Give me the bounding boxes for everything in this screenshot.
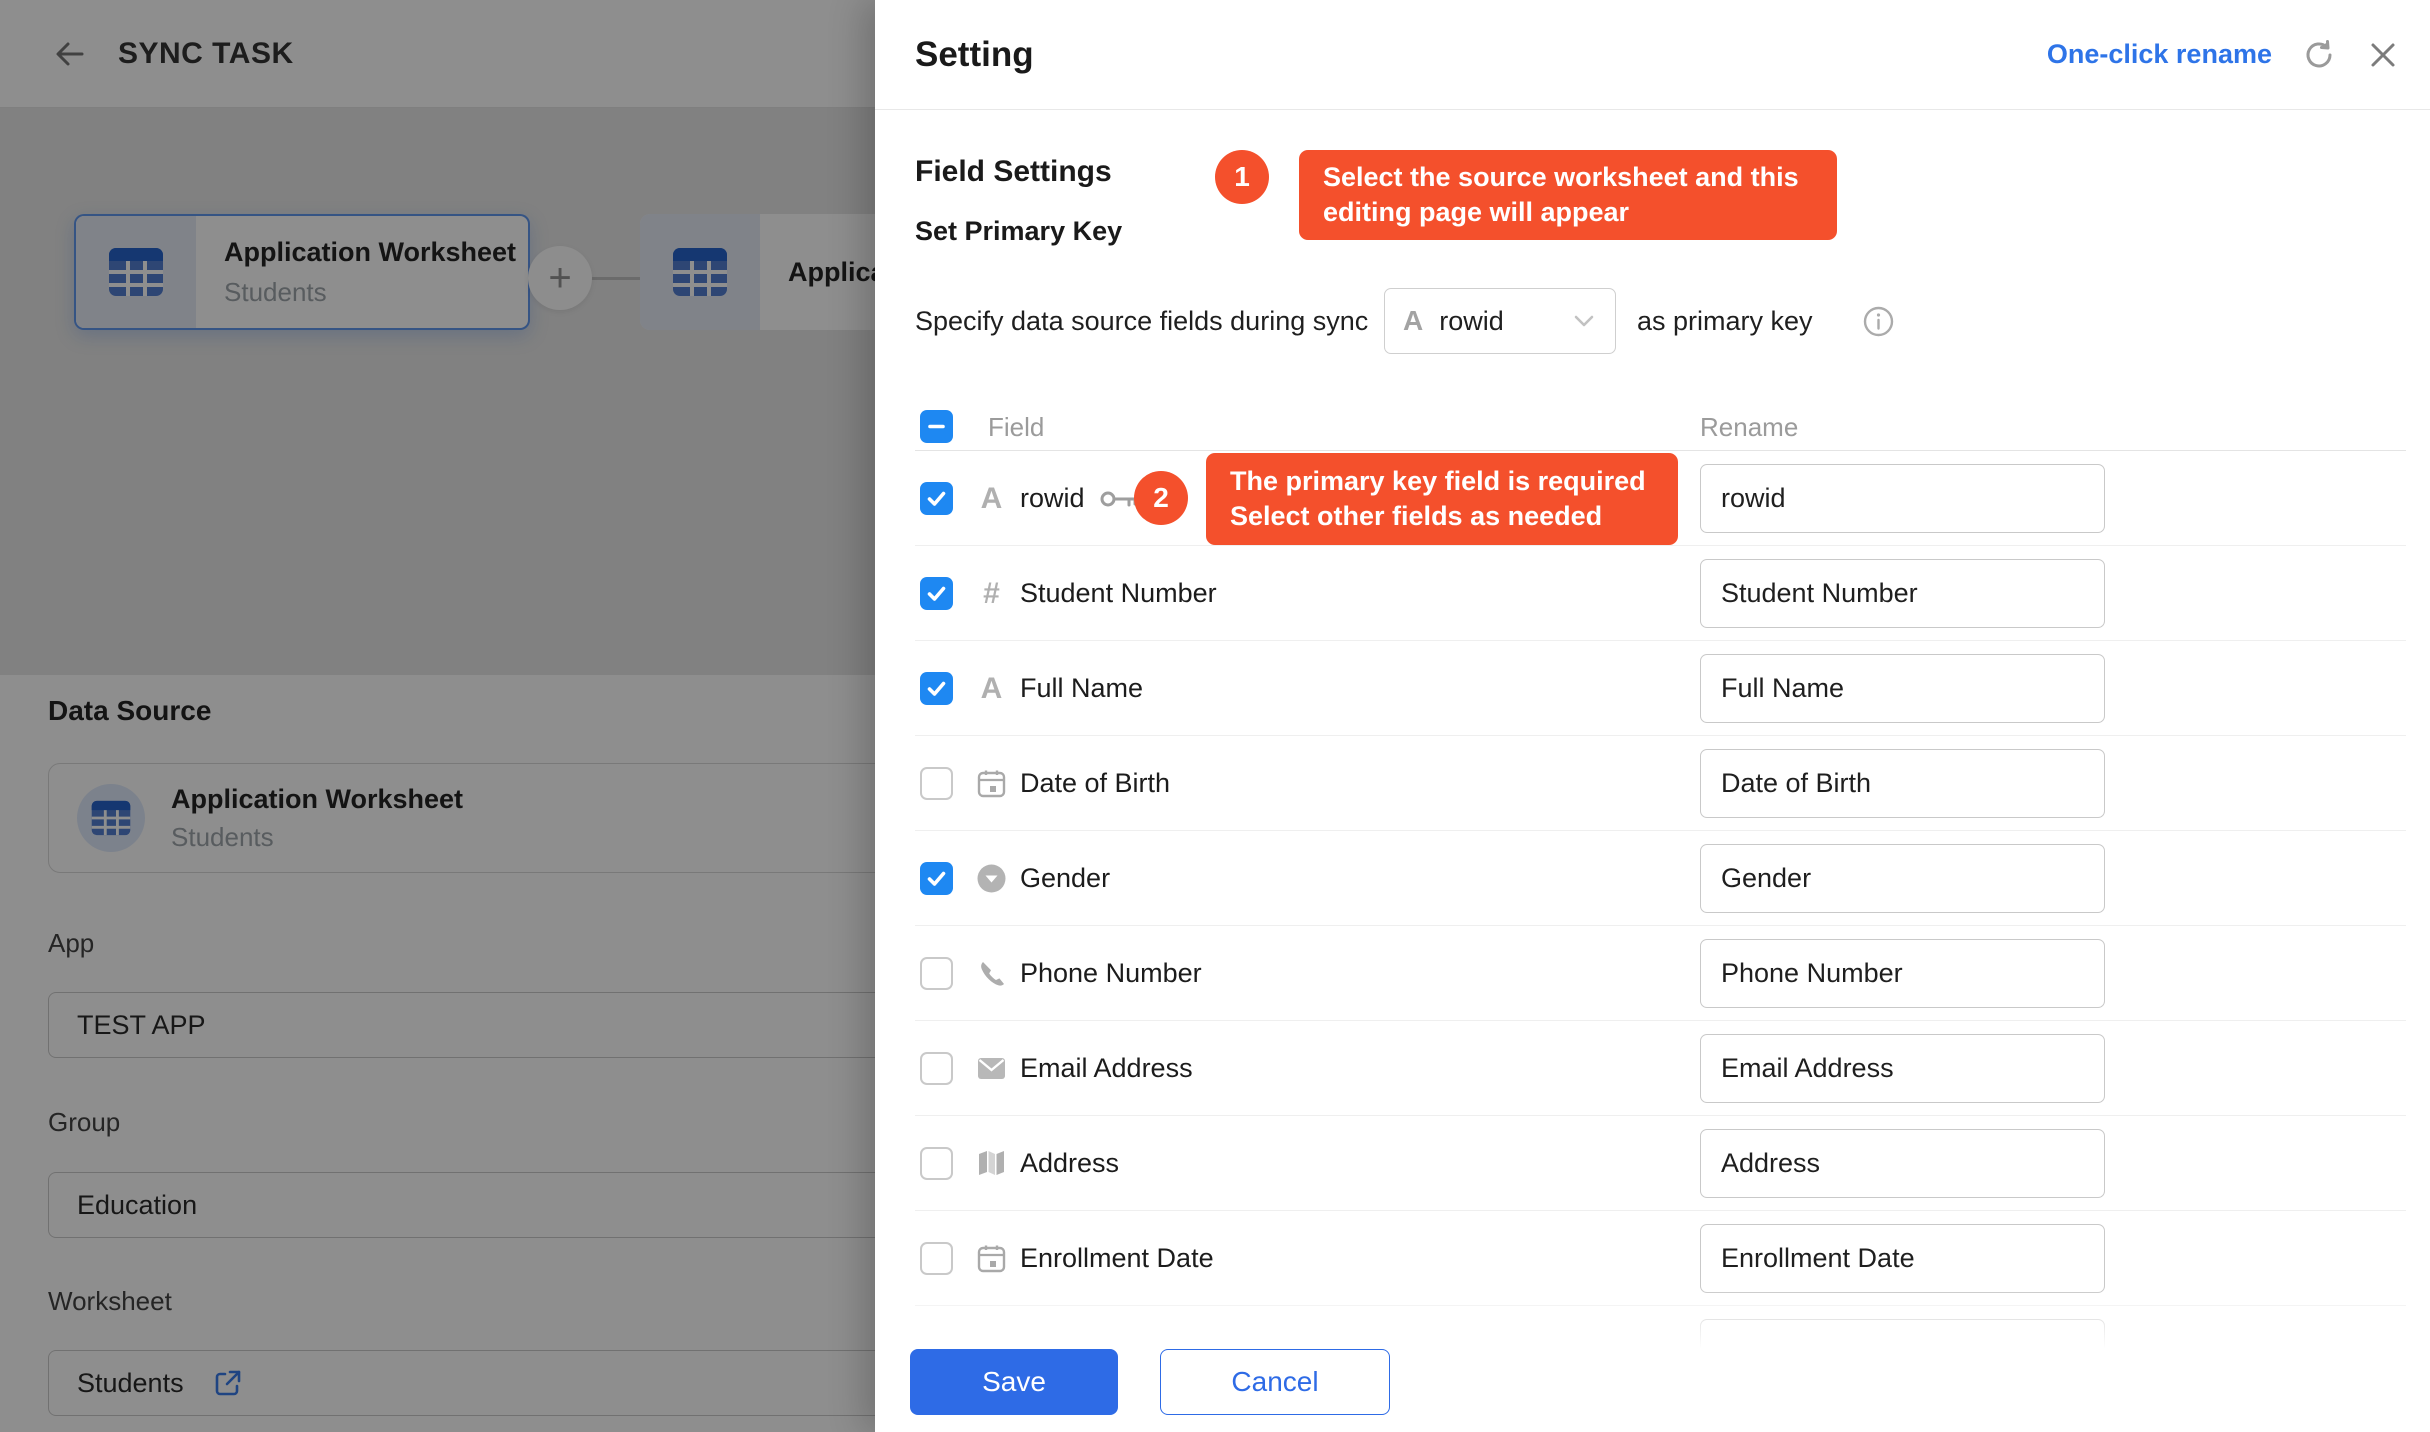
field-label: Phone Number [1020, 958, 1202, 989]
primary-key-row: Specify data source fields during sync A… [915, 288, 2406, 354]
row-checkbox[interactable] [920, 672, 953, 705]
check-icon [925, 677, 948, 700]
tooltip-line: editing page will appear [1323, 195, 1813, 230]
field-column-header: Field [988, 404, 1044, 450]
text-field-type-icon: A [976, 483, 1007, 514]
date-field-type-icon [976, 1243, 1007, 1274]
rename-input[interactable] [1700, 749, 2105, 818]
check-icon [925, 867, 948, 890]
row-checkbox[interactable] [920, 957, 953, 990]
primary-key-suffix: as primary key [1637, 288, 1813, 354]
row-checkbox[interactable] [920, 1147, 953, 1180]
field-label-wrap: Phone Number [1020, 926, 1202, 1021]
modal-backdrop[interactable] [0, 0, 875, 1432]
map-field-type-icon [976, 1148, 1007, 1179]
rename-input[interactable] [1700, 1129, 2105, 1198]
field-label: Gender [1020, 863, 1110, 894]
field-label: Student Number [1020, 578, 1217, 609]
header-actions: One-click rename [2047, 38, 2400, 72]
field-label-wrap: Student Number [1020, 546, 1217, 641]
field-row: Address [915, 1116, 2406, 1211]
field-label-wrap: Gender [1020, 831, 1110, 926]
tooltip-line: Select other fields as needed [1230, 499, 1654, 534]
field-table-header: Field Rename [915, 404, 2406, 450]
field-label: Enrollment Date [1020, 1243, 1214, 1274]
number-field-type-icon: # [976, 578, 1007, 609]
setting-title: Setting [915, 35, 1034, 75]
rename-input[interactable] [1700, 654, 2105, 723]
save-button[interactable]: Save [910, 1349, 1118, 1415]
rename-input[interactable] [1700, 939, 2105, 1008]
text-field-type-icon: A [976, 673, 1007, 704]
rename-column-header: Rename [1700, 404, 1798, 450]
field-settings-heading: Field Settings [915, 155, 1112, 189]
field-row: Email Address [915, 1021, 2406, 1116]
field-row: Gender [915, 831, 2406, 926]
main-window: SYNC TASK Application Worksheet Students… [0, 0, 875, 1432]
one-click-rename-link[interactable]: One-click rename [2047, 39, 2272, 70]
row-checkbox[interactable] [920, 1052, 953, 1085]
tooltip-line: Select the source worksheet and this [1323, 160, 1813, 195]
check-icon [925, 582, 948, 605]
field-label: Address [1020, 1148, 1119, 1179]
field-row: # Student Number [915, 546, 2406, 641]
field-label-wrap: Email Address [1020, 1021, 1193, 1116]
close-icon[interactable] [2366, 38, 2400, 72]
setting-panel: Setting One-click rename Field Settings … [875, 0, 2430, 1432]
rename-input[interactable] [1700, 844, 2105, 913]
field-label-wrap: Address [1020, 1116, 1119, 1211]
row-checkbox[interactable] [920, 577, 953, 610]
rename-input[interactable] [1700, 559, 2105, 628]
email-field-type-icon [976, 1053, 1007, 1084]
field-row: Date of Birth [915, 736, 2406, 831]
setting-panel-header: Setting One-click rename [875, 0, 2430, 110]
step-badge-2: 2 [1134, 471, 1188, 525]
date-field-type-icon [976, 768, 1007, 799]
primary-key-value: rowid [1439, 306, 1504, 337]
tooltip-line: The primary key field is required [1230, 464, 1654, 499]
field-label-wrap: Date of Birth [1020, 736, 1170, 831]
phone-field-type-icon [976, 958, 1007, 989]
select-all-checkbox[interactable] [920, 410, 953, 443]
field-row: Phone Number [915, 926, 2406, 1021]
row-checkbox[interactable] [920, 482, 953, 515]
screen: SYNC TASK Application Worksheet Students… [0, 0, 2430, 1432]
tooltip-step-1: Select the source worksheet and this edi… [1299, 150, 1837, 240]
field-label: Full Name [1020, 673, 1143, 704]
step-badge-1: 1 [1215, 150, 1269, 204]
text-type-icon: A [1403, 305, 1423, 337]
chevron-down-icon [1571, 308, 1597, 334]
indeterminate-icon [925, 415, 948, 438]
rename-input[interactable] [1700, 1034, 2105, 1103]
row-checkbox[interactable] [920, 767, 953, 800]
set-primary-key-heading: Set Primary Key [915, 216, 1122, 247]
row-checkbox[interactable] [920, 862, 953, 895]
key-icon [1099, 486, 1139, 512]
cancel-button[interactable]: Cancel [1160, 1349, 1390, 1415]
primary-key-dropdown[interactable]: A rowid [1384, 288, 1616, 354]
select-field-type-icon [976, 863, 1007, 894]
field-label: Email Address [1020, 1053, 1193, 1084]
field-label: Date of Birth [1020, 768, 1170, 799]
rename-input[interactable] [1700, 464, 2105, 533]
field-row: A Full Name [915, 641, 2406, 736]
field-label: rowid [1020, 483, 1085, 514]
setting-panel-footer: Save Cancel [875, 1288, 2430, 1432]
field-label-wrap: Full Name [1020, 641, 1143, 736]
info-icon[interactable] [1863, 306, 1894, 337]
field-label-wrap: rowid [1020, 451, 1139, 546]
tooltip-step-2: The primary key field is required Select… [1206, 453, 1678, 545]
refresh-icon[interactable] [2302, 38, 2336, 72]
rename-input[interactable] [1700, 1224, 2105, 1293]
row-checkbox[interactable] [920, 1242, 953, 1275]
field-rows: Arowid # Student Number A Full Name Date of B… [915, 450, 2406, 1401]
primary-key-prefix: Specify data source fields during sync [915, 288, 1368, 354]
check-icon [925, 487, 948, 510]
